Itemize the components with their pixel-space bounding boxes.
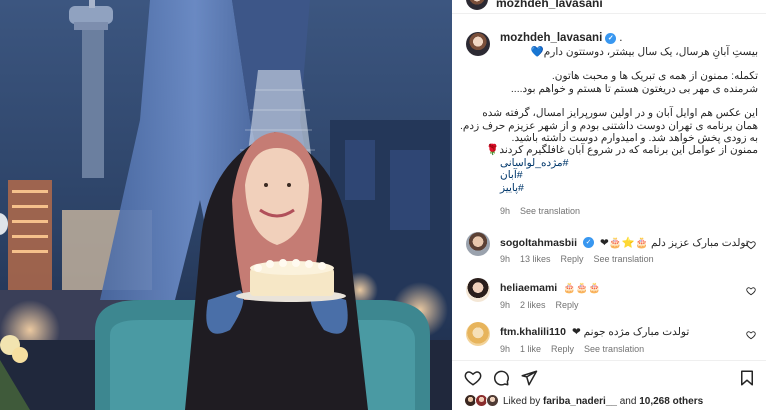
bookmark-icon[interactable] — [738, 369, 756, 387]
author-avatar[interactable] — [466, 0, 488, 10]
comment-time: 9h — [500, 254, 511, 264]
caption-line — [500, 58, 758, 70]
comment-row: heliaemami 🎂🎂🎂 — [500, 282, 601, 294]
likes-prefix: Liked by — [503, 396, 544, 407]
comment-reply-button[interactable]: Reply — [556, 300, 579, 310]
photo-illustration — [0, 0, 452, 410]
comment-see-translation[interactable]: See translation — [584, 344, 644, 354]
post-actions — [452, 360, 766, 390]
comment-item: sogoltahmasbii ✓ تولدت مبارک عزیز دلم 🎂⭐… — [452, 232, 766, 276]
separator-dot: . — [619, 32, 623, 44]
comment-avatar[interactable] — [466, 322, 490, 346]
heart-icon[interactable] — [464, 369, 482, 387]
hashtag-link[interactable]: #آبان — [500, 169, 758, 181]
liker-avatar[interactable] — [486, 394, 499, 407]
comment-icon[interactable] — [492, 369, 510, 387]
comment-like-heart-icon[interactable] — [746, 240, 756, 250]
caption-line: تکمله: ممنون از همه ی تبریک ها و محبت ها… — [551, 70, 758, 83]
caption-meta: 9h See translation — [500, 206, 580, 216]
comment-avatar[interactable] — [466, 278, 490, 302]
hashtag-link[interactable]: #مژده_لواسانی — [500, 157, 758, 169]
caption-line: شرمنده ی مهر بی دریغتون هستم تا هستم و خ… — [510, 82, 758, 95]
caption-username[interactable]: mozhdeh_lavasani — [500, 32, 602, 44]
comment-likes[interactable]: 1 like — [520, 344, 541, 354]
verified-badge-icon: ✓ — [605, 32, 617, 44]
comment-row: ftm.khalili110 تولدت مبارک مژده جونم ❤ — [500, 326, 689, 338]
comment-text: تولدت مبارک مژده جونم ❤ — [571, 326, 690, 338]
likes-count-link[interactable]: 10,268 others — [639, 396, 703, 407]
likes-user-link[interactable]: fariba_naderi__ — [543, 396, 617, 407]
caption-avatar[interactable] — [466, 32, 490, 56]
caption-text: بیستِ آبانِ هرسال، یک سال بیشتر، دوستتون… — [460, 46, 758, 194]
caption-line: این عکس هم اوایل آبان و در اولین سورپرای… — [482, 107, 758, 120]
comment-like-heart-icon[interactable] — [746, 330, 756, 340]
comment-reply-button[interactable]: Reply — [561, 254, 584, 264]
post-photo[interactable] — [0, 0, 452, 410]
comment-row: sogoltahmasbii ✓ تولدت مبارک عزیز دلم 🎂⭐… — [500, 236, 749, 250]
comment-like-heart-icon[interactable] — [746, 286, 756, 296]
comment-username[interactable]: ftm.khalili110 — [500, 326, 566, 338]
caption-line — [500, 95, 758, 107]
comment-time: 9h — [500, 300, 511, 310]
caption-line: همان برنامه ی تهران دوست داشتنی بودم و ا… — [460, 119, 758, 132]
verified-badge-icon: ✓ — [583, 237, 595, 248]
likes-summary: Liked by fariba_naderi__ and 10,268 othe… — [452, 390, 766, 410]
caption-line: ممنون از عوامل این برنامه که در شروع آبا… — [486, 144, 758, 157]
caption-line: بیستِ آبانِ هرسال، یک سال بیشتر، دوستتون… — [530, 46, 758, 58]
likes-text: Liked by fariba_naderi__ and 10,268 othe… — [503, 396, 703, 407]
likes-middle: and — [616, 396, 640, 407]
post-header: mozhdeh_lavasani — [452, 0, 766, 14]
comment-reply-button[interactable]: Reply — [551, 344, 574, 354]
comment-time: 9h — [500, 344, 511, 354]
comment-item: heliaemami 🎂🎂🎂 9h 2 likes Reply — [452, 278, 766, 322]
comment-likes[interactable]: 13 likes — [520, 254, 551, 264]
comment-likes[interactable]: 2 likes — [520, 300, 546, 310]
share-icon[interactable] — [520, 369, 538, 387]
comment-text: 🎂🎂🎂 — [563, 282, 601, 294]
comment-username[interactable]: heliaemami — [500, 282, 557, 294]
caption-line: به زودی پخش خواهد شد. و امیدوارم دوست دا… — [511, 132, 758, 145]
comment-meta: 9h 1 like Reply See translation — [500, 344, 644, 354]
comment-meta: 9h 13 likes Reply See translation — [500, 254, 654, 264]
comment-meta: 9h 2 likes Reply — [500, 300, 579, 310]
comment-username[interactable]: sogoltahmasbii — [500, 237, 577, 249]
post-side-panel: mozhdeh_lavasani mozhdeh_lavasani ✓ . بی… — [452, 0, 766, 410]
comment-text: تولدت مبارک عزیز دلم 🎂⭐🎂❤ — [600, 237, 749, 249]
comment-see-translation[interactable]: See translation — [594, 254, 654, 264]
caption-see-translation[interactable]: See translation — [520, 206, 580, 216]
comment-avatar[interactable] — [466, 232, 490, 256]
hashtag-link[interactable]: #پاییز — [500, 182, 758, 194]
caption-time: 9h — [500, 206, 511, 216]
caption-user-row: mozhdeh_lavasani ✓ . — [500, 32, 622, 44]
header-username[interactable]: mozhdeh_lavasani — [496, 0, 603, 10]
